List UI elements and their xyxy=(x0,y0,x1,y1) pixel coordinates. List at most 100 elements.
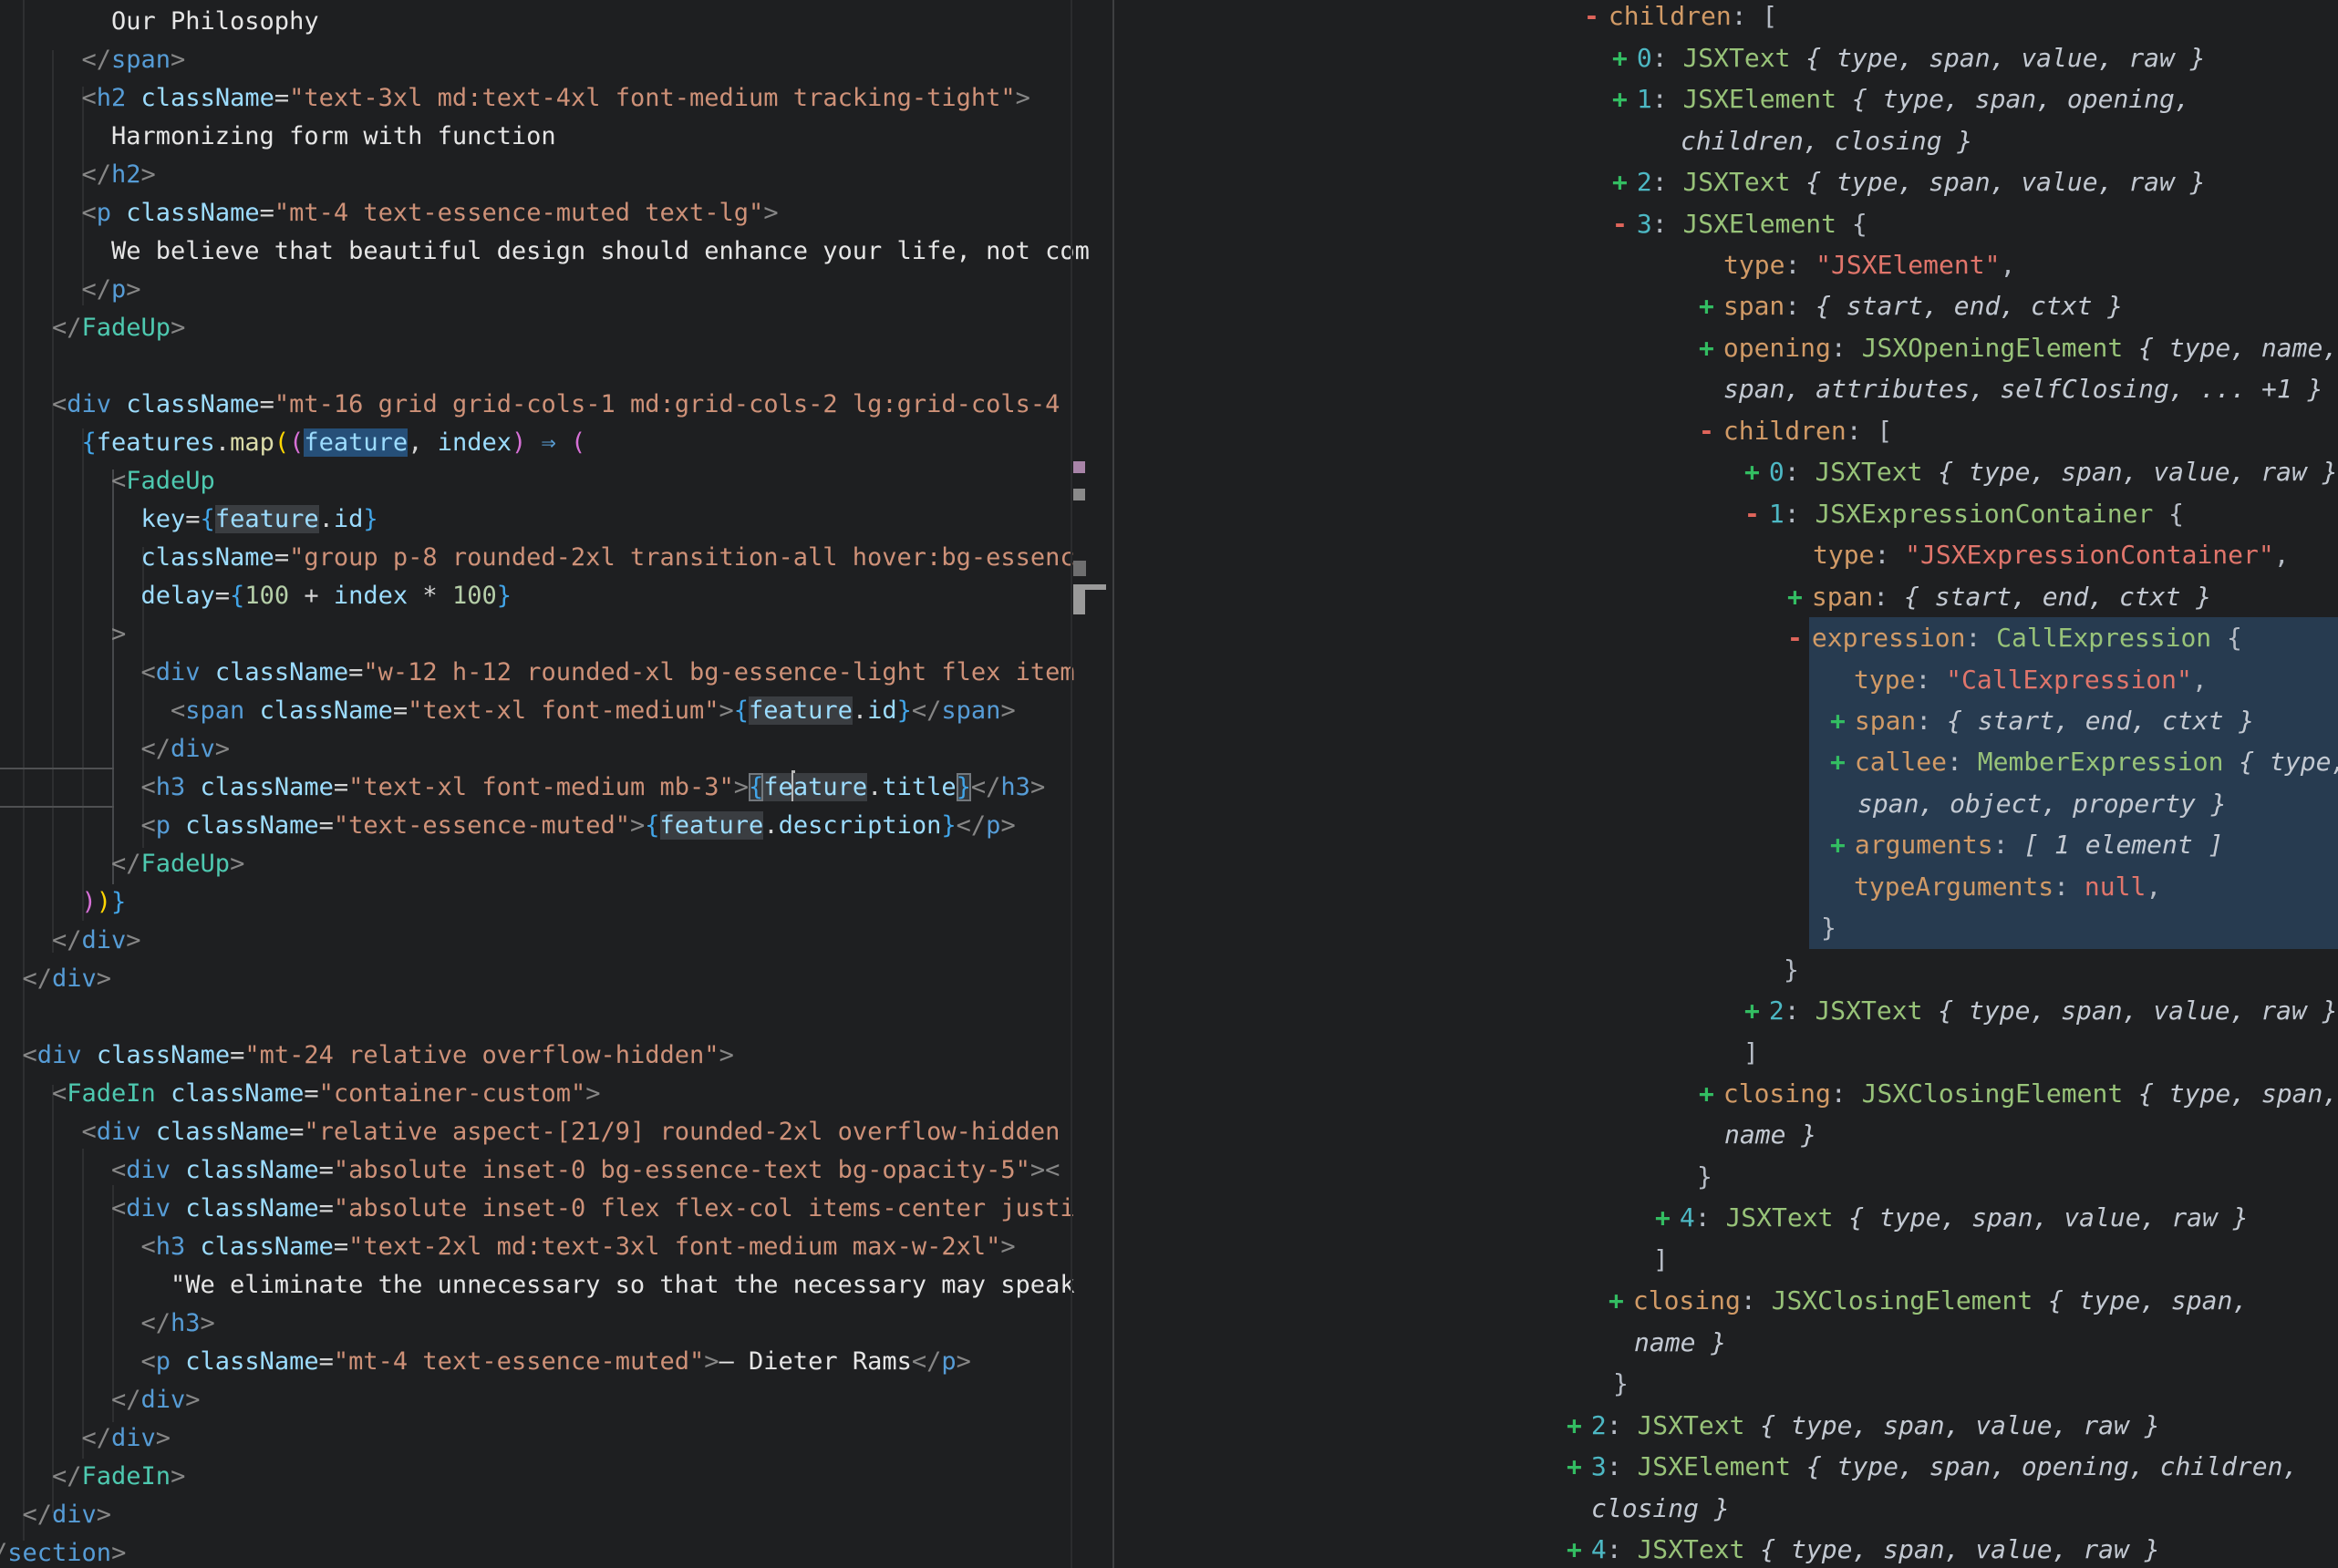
collapse-toggle[interactable]: - xyxy=(1699,410,1714,451)
code-line[interactable]: > xyxy=(0,615,126,654)
code-line[interactable]: {features.map((feature, index) ⇒ ( xyxy=(0,424,585,462)
code-line[interactable]: </div> xyxy=(0,1496,111,1534)
ast-row[interactable]: name } xyxy=(1724,1114,1816,1155)
ast-row[interactable]: +0: JSXText { type, span, value, raw } xyxy=(1612,37,2206,78)
ast-row[interactable]: +1: JSXElement { type, span, opening, xyxy=(1612,78,2190,119)
ast-row[interactable]: } xyxy=(1613,1363,1629,1404)
expand-toggle[interactable]: + xyxy=(1830,700,1846,741)
code-line[interactable]: <p className="mt-4 text-essence-muted te… xyxy=(0,194,779,232)
ast-row[interactable]: +opening: JSXOpeningElement { type, name… xyxy=(1699,327,2338,368)
expand-toggle[interactable]: + xyxy=(1567,1405,1582,1446)
code-line[interactable]: <div className="relative aspect-[21/9] r… xyxy=(0,1113,1060,1151)
collapse-toggle[interactable]: - xyxy=(1787,617,1803,658)
ast-row[interactable]: +2: JSXText { type, span, value, raw } xyxy=(1612,161,2206,202)
expand-toggle[interactable]: + xyxy=(1699,1073,1714,1114)
code-line[interactable]: </FadeUp> xyxy=(0,309,185,347)
code-line[interactable]: <div className="absolute inset-0 bg-esse… xyxy=(0,1151,1060,1190)
code-line[interactable]: </div> xyxy=(0,1381,201,1419)
ast-row[interactable]: -expression: CallExpression { xyxy=(1787,617,2242,658)
ast-row[interactable]: span, object, property } xyxy=(1857,783,2227,824)
collapse-toggle[interactable]: - xyxy=(1744,493,1760,534)
code-line[interactable]: </div> xyxy=(0,1419,171,1458)
ast-row[interactable]: closing } xyxy=(1591,1488,1730,1529)
code-line[interactable]: key={feature.id} xyxy=(0,500,378,539)
collapse-toggle[interactable]: - xyxy=(1612,203,1628,244)
expand-toggle[interactable]: + xyxy=(1612,37,1628,78)
code-line[interactable]: </FadeIn> xyxy=(0,1458,185,1496)
code-line[interactable]: </div> xyxy=(0,730,230,769)
ast-row[interactable]: type: "JSXElement", xyxy=(1723,244,2015,285)
code-line[interactable]: <h3 className="text-2xl md:text-3xl font… xyxy=(0,1228,1016,1266)
code-line[interactable]: Our Philosophy xyxy=(0,3,319,41)
code-line[interactable]: <h2 className="text-3xl md:text-4xl font… xyxy=(0,79,1030,118)
ast-row[interactable]: +closing: JSXClosingElement { type, span… xyxy=(1609,1280,2248,1321)
expand-toggle[interactable]: + xyxy=(1609,1280,1624,1321)
ast-row[interactable]: -3: JSXElement { xyxy=(1612,203,1867,244)
code-line[interactable]: </div> xyxy=(0,922,141,960)
expand-toggle[interactable]: + xyxy=(1830,824,1846,865)
ast-row[interactable]: } xyxy=(1821,907,1836,948)
expand-toggle[interactable]: + xyxy=(1699,327,1714,368)
ast-row[interactable]: -children: [ xyxy=(1584,0,1777,36)
ast-row[interactable]: } xyxy=(1784,949,1799,990)
ast-row[interactable]: +span: { start, end, ctxt } xyxy=(1699,285,2123,326)
ast-row[interactable]: +3: JSXElement { type, span, opening, ch… xyxy=(1567,1446,2298,1487)
ast-row[interactable]: typeArguments: null, xyxy=(1854,866,2161,907)
ast-row[interactable]: +4: JSXText { type, span, value, raw } xyxy=(1567,1529,2160,1568)
code-line[interactable]: We believe that beautiful design should … xyxy=(0,232,1090,271)
ast-row[interactable]: +closing: JSXClosingElement { type, span… xyxy=(1699,1073,2338,1114)
code-line[interactable]: "We eliminate the unnecessary so that th… xyxy=(0,1266,1075,1305)
code-line[interactable]: <FadeIn className="container-custom"> xyxy=(0,1075,601,1113)
code-line[interactable]: ))} xyxy=(0,883,126,922)
code-line[interactable]: <p className="text-essence-muted">{featu… xyxy=(0,807,1016,845)
code-line[interactable]: <div className="mt-24 relative overflow-… xyxy=(0,1037,734,1075)
code-line[interactable]: <h3 className="text-xl font-medium mb-3"… xyxy=(0,769,1045,807)
code-line[interactable]: <div className="absolute inset-0 flex fl… xyxy=(0,1190,1075,1228)
code-line[interactable]: <FadeUp xyxy=(0,462,215,500)
expand-toggle[interactable]: + xyxy=(1744,990,1760,1031)
code-line[interactable]: </h2> xyxy=(0,156,156,194)
code-line[interactable]: </FadeUp> xyxy=(0,845,244,883)
code-line[interactable]: delay={100 + index * 100} xyxy=(0,577,512,615)
expand-toggle[interactable]: + xyxy=(1699,285,1714,326)
expand-toggle[interactable]: + xyxy=(1655,1197,1671,1238)
expand-toggle[interactable]: + xyxy=(1787,576,1803,617)
ast-row[interactable]: } xyxy=(1697,1156,1712,1197)
ast-row[interactable]: span, attributes, selfClosing, ... +1 } xyxy=(1723,368,2322,409)
ast-row[interactable]: ] xyxy=(1653,1239,1669,1280)
ast-row[interactable]: +callee: MemberExpression { type, xyxy=(1830,741,2338,782)
ast-row[interactable]: type: "CallExpression", xyxy=(1854,659,2208,700)
code-line[interactable]: </span> xyxy=(0,41,185,79)
ast-row[interactable]: +0: JSXText { type, span, value, raw } xyxy=(1744,451,2338,492)
code-line[interactable]: <span className="text-xl font-medium">{f… xyxy=(0,692,1016,730)
code-line[interactable]: <div className="mt-16 grid grid-cols-1 m… xyxy=(0,386,1060,424)
ast-row[interactable]: ] xyxy=(1743,1032,1759,1073)
ast-row[interactable]: +2: JSXText { type, span, value, raw } xyxy=(1744,990,2338,1031)
expand-toggle[interactable]: + xyxy=(1744,451,1760,492)
ast-row[interactable]: +2: JSXText { type, span, value, raw } xyxy=(1567,1405,2160,1446)
code-line[interactable]: /section> xyxy=(0,1534,126,1568)
expand-toggle[interactable]: + xyxy=(1567,1446,1582,1487)
code-line[interactable]: Harmonizing form with function xyxy=(0,118,556,156)
code-line[interactable]: </p> xyxy=(0,271,141,309)
code-editor-pane[interactable]: Our Philosophy</span><h2 className="text… xyxy=(0,0,1106,1568)
code-line[interactable]: <div className="w-12 h-12 rounded-xl bg-… xyxy=(0,654,1075,692)
ast-inspector-pane[interactable]: -children: [+0: JSXText { type, span, va… xyxy=(1114,0,2338,1568)
expand-toggle[interactable]: + xyxy=(1612,161,1628,202)
ast-row[interactable]: +arguments: [ 1 element ] xyxy=(1830,824,2223,865)
expand-toggle[interactable]: + xyxy=(1612,78,1628,119)
ast-row[interactable]: -children: [ xyxy=(1699,410,1892,451)
pane-divider[interactable] xyxy=(1112,0,1114,1568)
ast-row[interactable]: name } xyxy=(1634,1322,1726,1363)
ast-row[interactable]: children, closing } xyxy=(1681,120,1972,161)
code-line[interactable]: <p className="mt-4 text-essence-muted">—… xyxy=(0,1343,971,1381)
collapse-toggle[interactable]: - xyxy=(1584,0,1599,36)
expand-toggle[interactable]: + xyxy=(1830,741,1846,782)
code-line[interactable]: </h3> xyxy=(0,1305,215,1343)
ast-row[interactable]: +span: { start, end, ctxt } xyxy=(1787,576,2211,617)
ast-row[interactable]: +4: JSXText { type, span, value, raw } xyxy=(1655,1197,2249,1238)
ast-row[interactable]: +span: { start, end, ctxt } xyxy=(1830,700,2254,741)
expand-toggle[interactable]: + xyxy=(1567,1529,1582,1568)
ast-row[interactable]: -1: JSXExpressionContainer { xyxy=(1744,493,2184,534)
code-line[interactable]: </div> xyxy=(0,960,111,998)
